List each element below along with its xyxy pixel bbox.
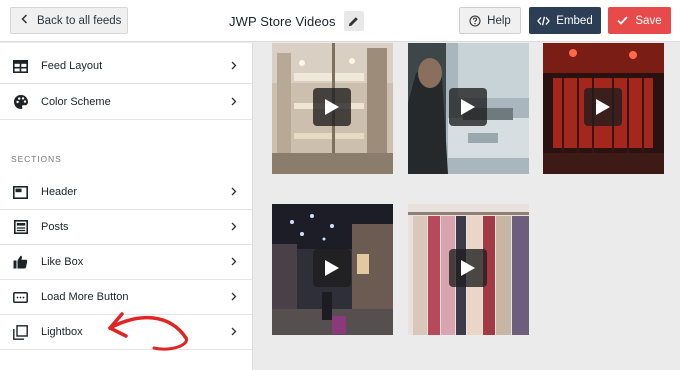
play-icon (449, 249, 487, 287)
code-icon (537, 16, 551, 25)
video-thumbnail-clothing-rack[interactable] (408, 204, 529, 335)
help-circle-icon (469, 14, 481, 27)
checkmark-icon (617, 16, 629, 25)
video-thumbnail-red-gate[interactable] (543, 43, 664, 174)
play-icon (313, 88, 351, 126)
chevron-left-icon (21, 14, 28, 27)
help-button[interactable]: Help (459, 7, 521, 34)
embed-button[interactable]: Embed (529, 7, 601, 34)
edit-title-button[interactable] (343, 11, 364, 31)
embed-label: Embed (556, 14, 593, 27)
video-thumbnail-mall-atrium[interactable] (272, 43, 393, 174)
top-bar: Back to all feeds JWP Store Videos Help … (0, 0, 680, 42)
sidebar-item-label: Like Box (41, 256, 84, 268)
chevron-right-icon (231, 97, 237, 106)
sidebar-item-label: Posts (41, 221, 69, 233)
video-thumbnail-shopping-street[interactable] (272, 204, 393, 335)
lightbox-icon (12, 324, 29, 341)
sidebar-item-label: Feed Layout (41, 60, 103, 72)
annotation-arrow (108, 312, 188, 351)
sidebar-item-label: Color Scheme (41, 96, 111, 108)
sections-heading: SECTIONS (11, 154, 62, 164)
chevron-right-icon (231, 61, 237, 70)
sidebar-item-color-scheme[interactable]: Color Scheme (0, 85, 252, 120)
video-thumbnail-sewing-workshop[interactable] (408, 43, 529, 174)
feed-title-group: JWP Store Videos (229, 10, 364, 32)
feed-title: JWP Store Videos (229, 13, 336, 29)
feed-layout-icon (12, 58, 29, 75)
sidebar-item-header[interactable]: Header (0, 175, 252, 210)
play-icon (313, 249, 351, 287)
chevron-right-icon (231, 222, 237, 231)
back-label: Back to all feeds (37, 14, 122, 27)
header-icon (12, 184, 29, 201)
pencil-icon (349, 16, 358, 26)
sidebar-item-label: Header (41, 186, 78, 198)
help-label: Help (487, 14, 511, 27)
save-label: Save (635, 14, 662, 27)
save-button[interactable]: Save (608, 7, 671, 34)
sidebar-item-posts[interactable]: Posts (0, 210, 252, 245)
chevron-right-icon (231, 327, 237, 336)
chevron-right-icon (231, 257, 237, 266)
thumbs-up-icon (12, 254, 29, 271)
play-icon (449, 88, 487, 126)
palette-icon (12, 94, 29, 111)
posts-icon (12, 219, 29, 236)
chevron-right-icon (231, 187, 237, 196)
sidebar-item-feed-layout[interactable]: Feed Layout (0, 49, 252, 84)
sidebar-item-like-box[interactable]: Like Box (0, 245, 252, 280)
back-to-feeds-button[interactable]: Back to all feeds (10, 7, 128, 34)
play-icon (584, 88, 622, 126)
chevron-right-icon (231, 292, 237, 301)
load-more-icon (12, 289, 29, 306)
